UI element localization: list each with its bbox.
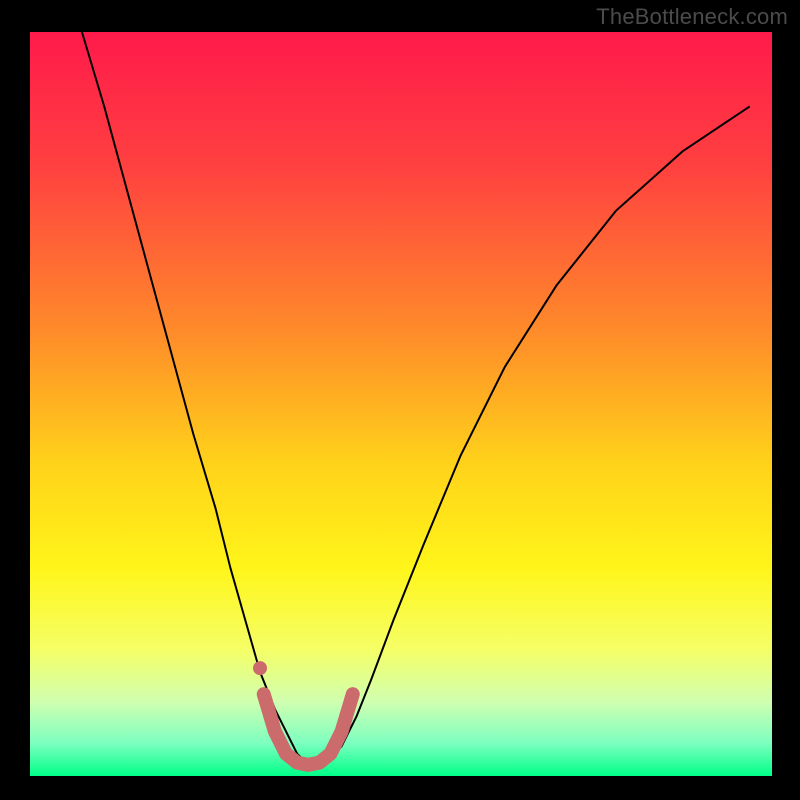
bottleneck-chart <box>0 0 800 800</box>
plot-background <box>30 32 772 776</box>
sweet-spot-dot <box>253 661 267 675</box>
marker-layer <box>253 661 267 675</box>
watermark-text: TheBottleneck.com <box>596 4 788 30</box>
chart-frame: TheBottleneck.com <box>0 0 800 800</box>
